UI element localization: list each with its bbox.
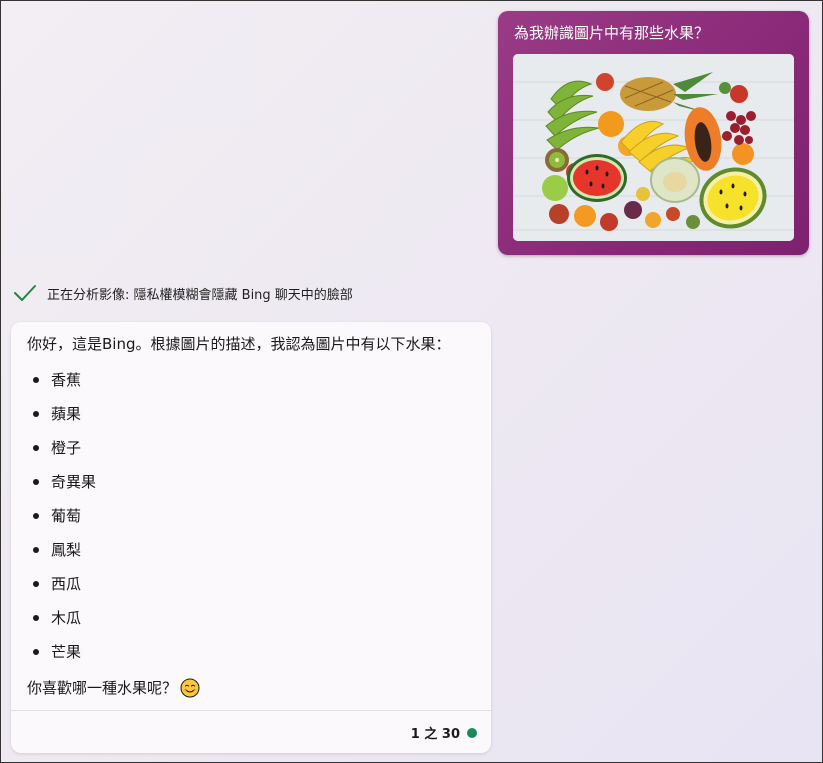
user-message-bubble: 為我辦識圖片中有那些水果？	[498, 11, 809, 255]
list-item: 芒果	[33, 642, 96, 676]
turn-counter-text: 1 之 30	[410, 727, 460, 742]
list-item: 橙子	[33, 438, 96, 472]
user-uploaded-fruit-image[interactable]	[513, 54, 794, 241]
bot-response-card: 你好，這是Bing。根據圖片的描述，我認為圖片中有以下水果： 香蕉 蘋果 橙子 …	[11, 322, 491, 753]
bot-intro-text: 你好，這是Bing。根據圖片的描述，我認為圖片中有以下水果：	[27, 335, 451, 353]
turn-counter: 1 之 30	[411, 723, 477, 742]
list-item: 木瓜	[33, 608, 96, 642]
list-item: 葡萄	[33, 506, 96, 540]
bot-follow-up-question: 你喜歡哪一種水果呢？	[27, 677, 200, 699]
list-item: 蘋果	[33, 404, 96, 438]
list-item: 西瓜	[33, 574, 96, 608]
turn-status-dot	[467, 727, 477, 738]
list-item: 奇異果	[33, 472, 96, 506]
fruit-list: 香蕉 蘋果 橙子 奇異果 葡萄 鳳梨 西瓜 木瓜 芒果	[33, 370, 96, 676]
smile-emoji-icon	[180, 678, 200, 698]
check-icon	[13, 281, 37, 305]
user-message-text: 為我辦識圖片中有那些水果？	[514, 24, 710, 42]
status-text: 正在分析影像: 隱私權模糊會隱藏 Bing 聊天中的臉部	[47, 287, 353, 303]
image-analysis-status: 正在分析影像: 隱私權模糊會隱藏 Bing 聊天中的臉部	[13, 281, 353, 305]
question-text: 你喜歡哪一種水果呢？	[27, 679, 178, 697]
list-item: 香蕉	[33, 370, 96, 404]
list-item: 鳳梨	[33, 540, 96, 574]
card-divider	[11, 710, 491, 711]
